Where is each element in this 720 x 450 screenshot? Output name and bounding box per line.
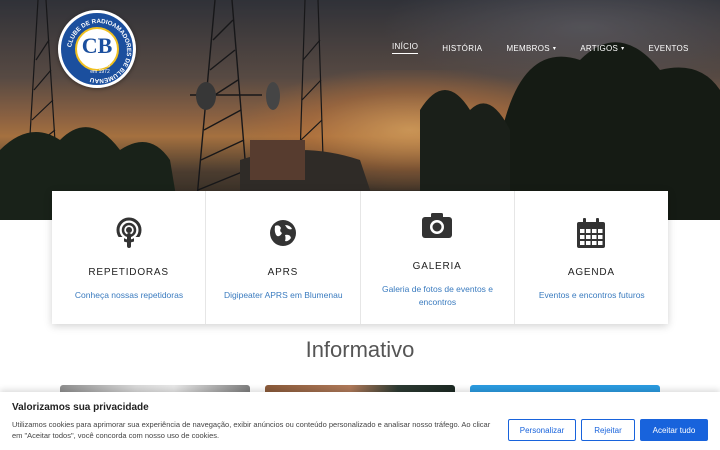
nav-label: História	[442, 43, 483, 53]
card-description[interactable]: Digipeater APRS em Blumenau	[216, 289, 350, 302]
camera-icon	[361, 211, 514, 239]
nav-label: Membros	[506, 43, 550, 53]
card-description[interactable]: Conheça nossas repetidoras	[62, 289, 196, 302]
card-galeria[interactable]: GALERIA Galeria de fotos de eventos e en…	[361, 191, 515, 324]
nav-label: Início	[392, 42, 419, 51]
card-agenda[interactable]: AGENDA Eventos e encontros futuros	[515, 191, 668, 324]
card-title: REPETIDORAS	[88, 267, 169, 278]
podcast-icon	[52, 217, 205, 249]
section-title: Informativo	[305, 337, 415, 362]
nav-label: Eventos	[648, 43, 689, 53]
globe-icon	[206, 219, 359, 247]
club-logo[interactable]: CLUBE DE RADIOAMADORES DE BLUMENAU CB Fu…	[58, 10, 136, 88]
logo-monogram: CB	[81, 33, 113, 58]
feature-cards: REPETIDORAS Conheça nossas repetidoras A…	[52, 191, 668, 324]
card-description[interactable]: Galeria de fotos de eventos e encontros	[371, 283, 505, 309]
customize-button[interactable]: Personalizar	[508, 419, 576, 441]
card-aprs[interactable]: APRS Digipeater APRS em Blumenau	[206, 191, 361, 324]
logo-founded-line2: em 1972	[90, 69, 110, 75]
card-title: GALERIA	[412, 261, 462, 272]
nav-item-eventos[interactable]: Eventos	[648, 42, 688, 54]
card-description[interactable]: Eventos e encontros futuros	[525, 289, 659, 302]
nav-label: Artigos	[580, 43, 619, 53]
card-repetidoras[interactable]: REPETIDORAS Conheça nossas repetidoras	[52, 191, 207, 324]
reject-button[interactable]: Rejeitar	[581, 419, 635, 441]
main-navigation: Início História Membros ▾ Artigos ▾ Even…	[392, 42, 713, 54]
chevron-down-icon: ▾	[621, 45, 625, 52]
nav-item-historia[interactable]: História	[442, 42, 482, 54]
cookie-text: Utilizamos cookies para aprimorar sua ex…	[12, 420, 491, 440]
calendar-icon	[515, 217, 668, 249]
nav-item-membros[interactable]: Membros ▾	[506, 42, 556, 54]
cookie-title: Valorizamos sua privacidade	[12, 402, 149, 413]
chevron-down-icon: ▾	[552, 45, 557, 52]
card-title: APRS	[267, 267, 299, 278]
nav-item-inicio[interactable]: Início	[392, 42, 419, 54]
accept-all-button[interactable]: Aceitar tudo	[640, 419, 708, 441]
card-title: AGENDA	[567, 267, 615, 278]
nav-item-artigos[interactable]: Artigos ▾	[580, 42, 624, 54]
logo-founded: Fundado em 1972	[83, 63, 117, 75]
